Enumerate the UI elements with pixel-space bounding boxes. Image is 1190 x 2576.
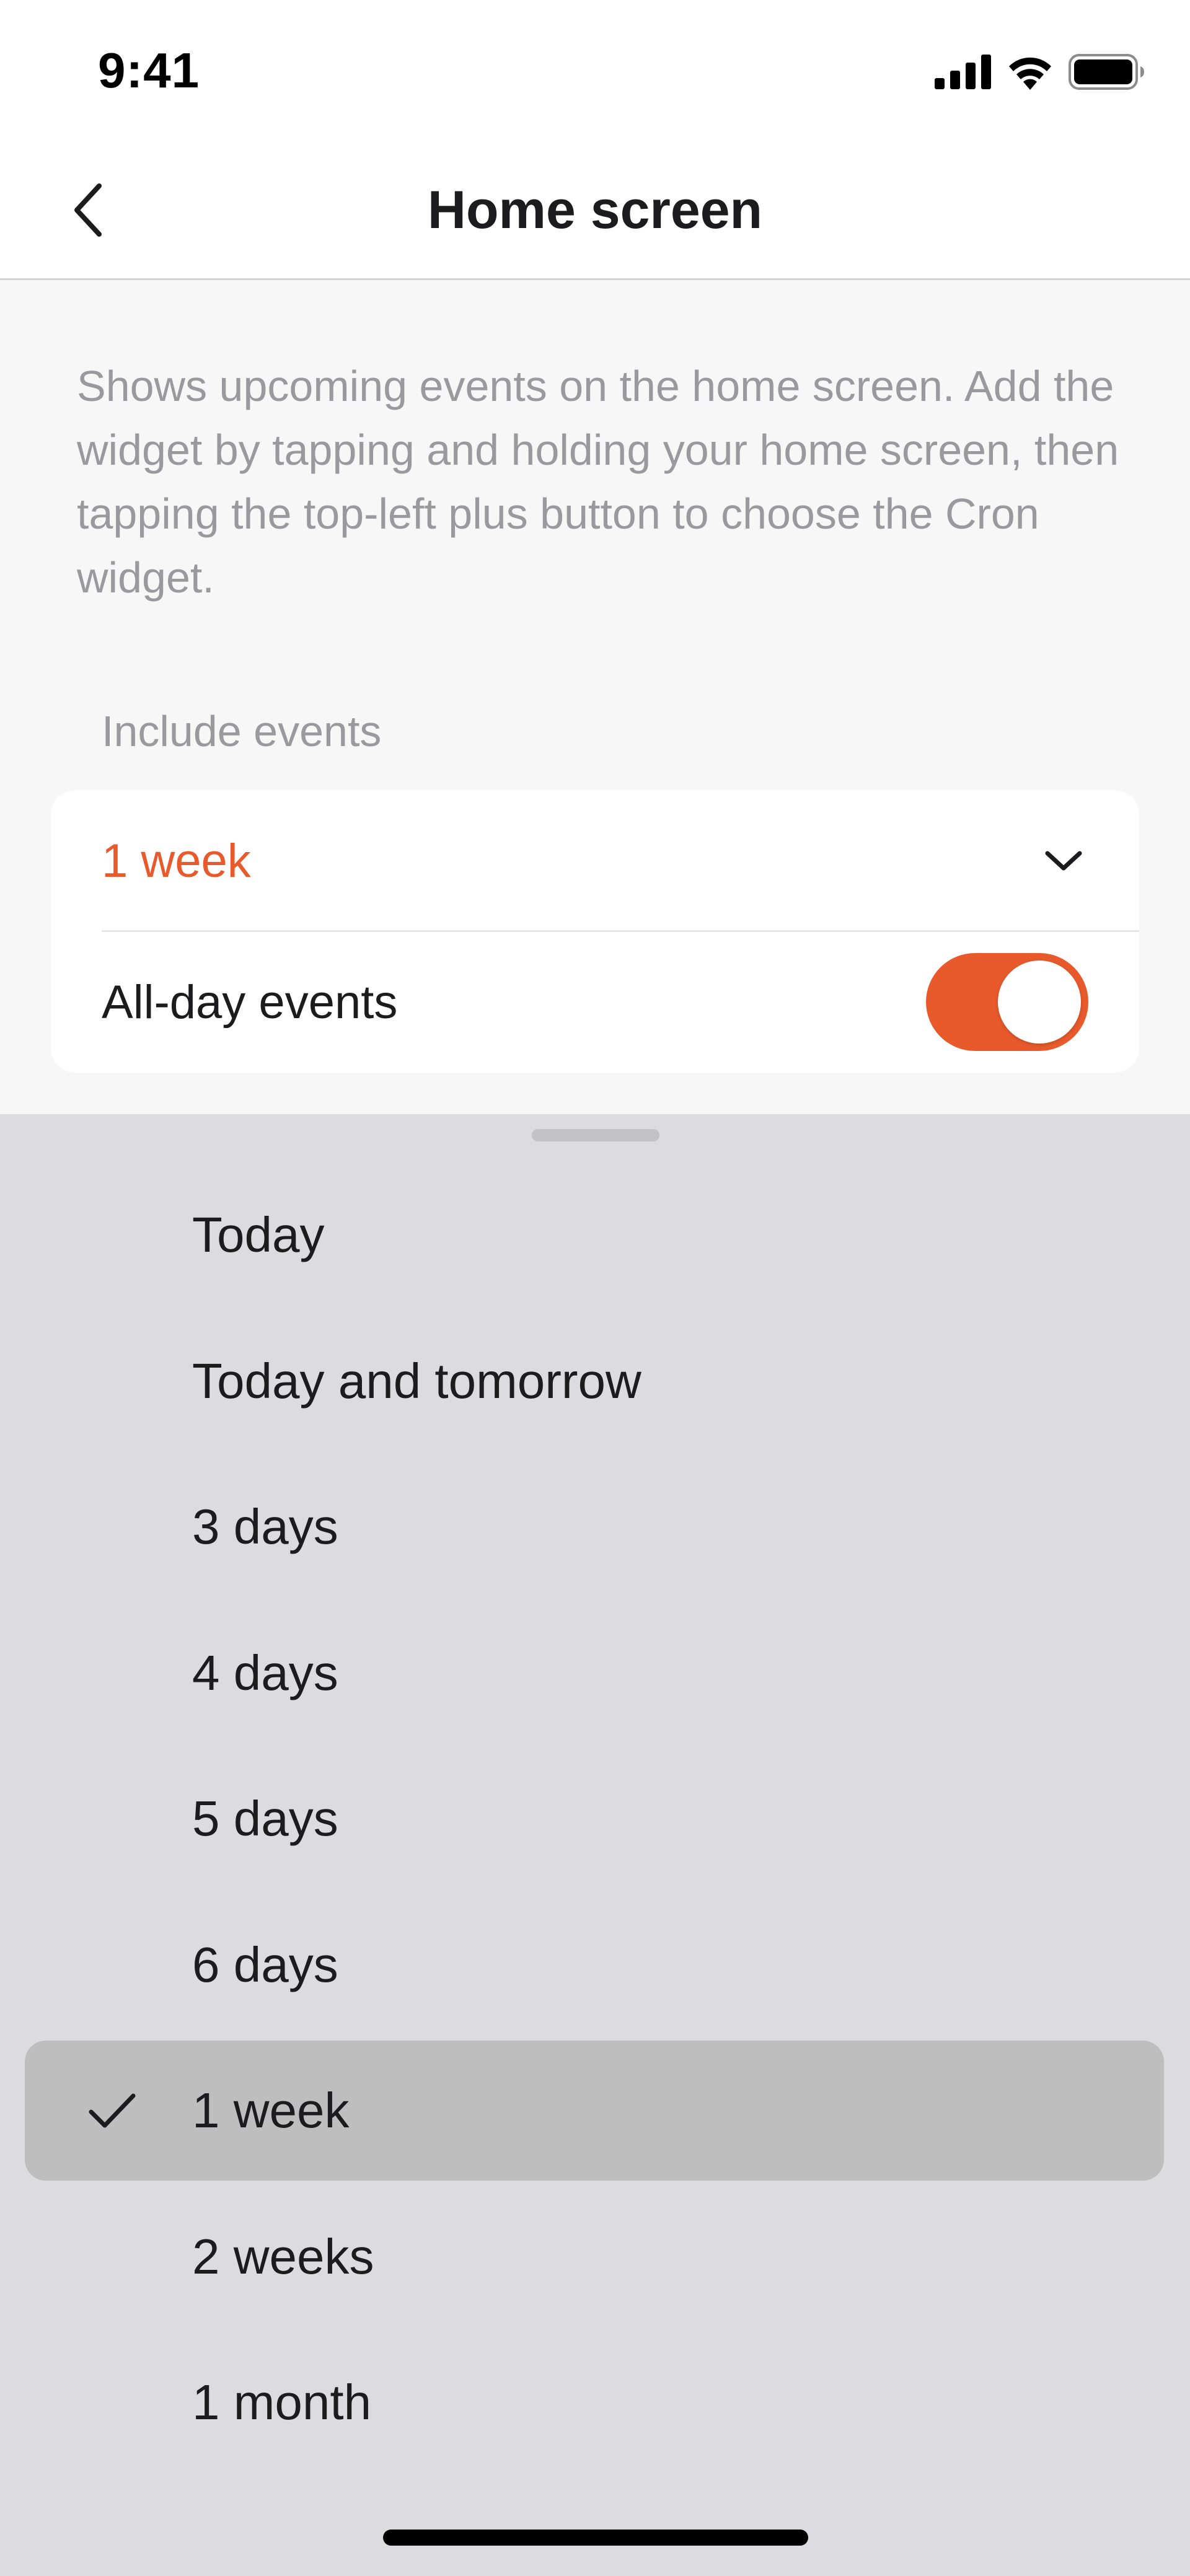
all-day-events-row: All-day events (51, 931, 1139, 1073)
status-bar: 9:41 (0, 0, 1190, 143)
option-label: Today (192, 1207, 325, 1262)
option-6-days[interactable]: 6 days (25, 1895, 1164, 2035)
sheet-grabber[interactable] (532, 1129, 659, 1141)
options-sheet: Today Today and tomorrow 3 days 4 days 5 day… (0, 1114, 1190, 2576)
option-label: 2 weeks (192, 2228, 374, 2284)
include-events-dropdown[interactable]: 1 week (51, 790, 1139, 931)
battery-icon (1069, 53, 1145, 93)
option-today[interactable]: Today (25, 1165, 1164, 1305)
option-today-and-tomorrow[interactable]: Today and tomorrow (25, 1311, 1164, 1451)
navigation-bar: Home screen (0, 143, 1190, 280)
cellular-signal-icon (935, 54, 992, 92)
all-day-events-label: All-day events (102, 975, 398, 1029)
all-day-events-toggle[interactable] (926, 953, 1088, 1051)
option-label: 4 days (192, 1645, 338, 1700)
widget-description: Shows upcoming events on the home screen… (77, 362, 1119, 602)
include-events-value: 1 week (102, 834, 251, 887)
option-label: 3 days (192, 1499, 338, 1554)
option-label: 1 week (192, 2083, 350, 2138)
home-indicator[interactable] (383, 2530, 808, 2546)
page-title: Home screen (427, 180, 763, 240)
option-label: 1 month (192, 2375, 372, 2430)
option-label: 5 days (192, 1791, 338, 1846)
status-icons (935, 53, 1145, 93)
option-label: Today and tomorrow (192, 1353, 641, 1409)
option-4-days[interactable]: 4 days (25, 1603, 1164, 1743)
include-events-label: Include events (102, 707, 382, 755)
option-1-week[interactable]: 1 week (25, 2041, 1164, 2181)
status-time: 9:41 (98, 43, 200, 98)
option-5-days[interactable]: 5 days (25, 1749, 1164, 1889)
option-2-weeks[interactable]: 2 weeks (25, 2187, 1164, 2327)
chevron-down-icon (1039, 836, 1088, 886)
toggle-knob (998, 961, 1081, 1044)
option-3-days[interactable]: 3 days (25, 1457, 1164, 1597)
checkmark-icon (84, 2041, 140, 2181)
wifi-icon (1005, 54, 1055, 93)
settings-card: 1 week All-day events (51, 790, 1139, 1073)
option-label: 6 days (192, 1936, 338, 1992)
option-1-month[interactable]: 1 month (25, 2332, 1164, 2473)
